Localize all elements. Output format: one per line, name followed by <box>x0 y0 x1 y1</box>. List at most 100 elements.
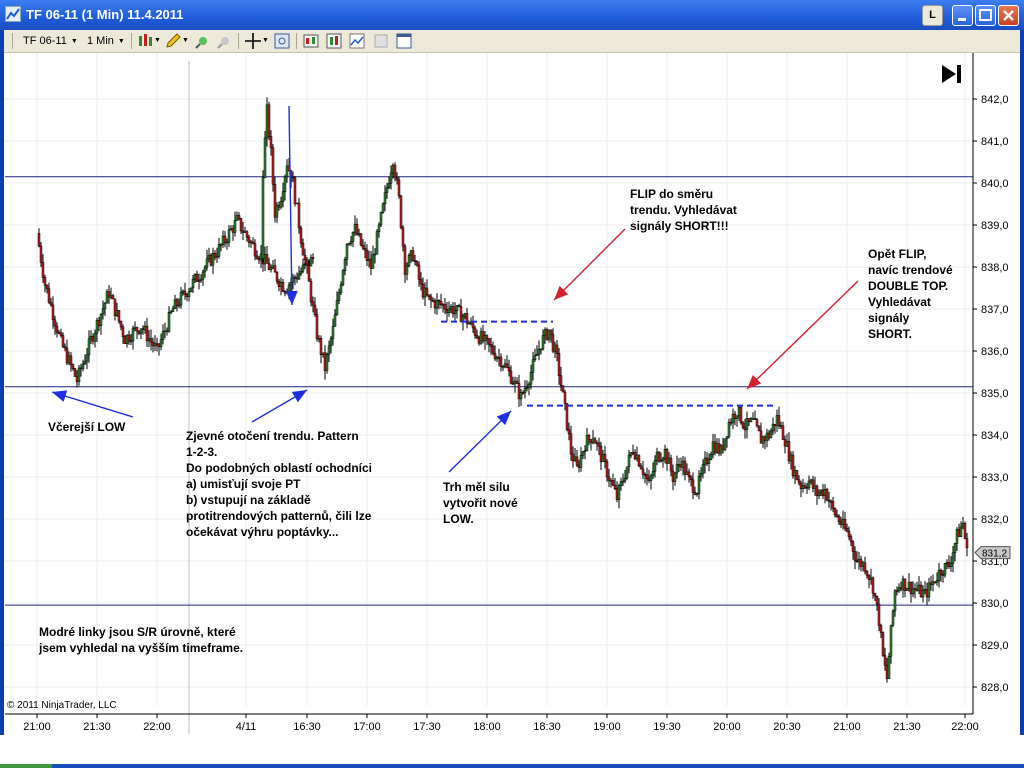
candle-body <box>433 300 437 309</box>
price-chart[interactable]: 842,0 841,0 840,0 839,0 838,0 837,0 836,0 835,0… <box>0 53 1024 735</box>
candle-body <box>919 584 923 598</box>
chevron-down-icon[interactable]: ▼ <box>182 32 189 50</box>
candle-body <box>933 581 937 583</box>
chart-toolbar: TF 06-11 ▼ 1 Min ▼ ▼ ▼ ▼ <box>0 30 1024 53</box>
zoom-in-icon[interactable] <box>194 32 212 50</box>
candle-body <box>677 464 681 466</box>
time-tick-label: 20:30 <box>773 721 801 733</box>
candle-body <box>819 489 823 494</box>
candle-body <box>611 480 615 486</box>
candle-body <box>123 336 127 344</box>
candle-body <box>751 418 755 420</box>
candle-body <box>721 445 725 450</box>
chevron-down-icon[interactable]: ▼ <box>154 32 161 50</box>
pencil-draw-icon[interactable] <box>164 32 182 50</box>
candle-body <box>739 406 743 424</box>
app-chart-icon <box>5 6 21 22</box>
window-title-bar[interactable]: TF 06-11 (1 Min) 11.4.2011 L <box>0 0 1024 30</box>
candle-body <box>131 328 135 342</box>
candle-body <box>451 306 455 315</box>
candle-body <box>659 460 663 462</box>
candle-body <box>577 464 581 468</box>
candle-body <box>73 368 77 377</box>
candle-body <box>349 241 353 244</box>
bar-chart-type-icon[interactable] <box>137 32 155 50</box>
candle-body <box>185 294 189 297</box>
candle-body <box>333 314 337 327</box>
close-button[interactable] <box>998 5 1019 26</box>
candle-body <box>853 551 857 561</box>
candle-body <box>409 250 413 256</box>
candle-body <box>327 345 331 355</box>
candle-body <box>357 233 361 235</box>
crosshair-icon[interactable] <box>244 32 262 50</box>
candle-body <box>471 321 475 329</box>
annotation-trend-reversal: Zjevné otočení trendu. Pattern 1-2-3. Do… <box>186 429 372 539</box>
template-icon[interactable] <box>372 32 390 50</box>
data-box-icon[interactable] <box>273 32 291 50</box>
price-tick-label: 835,0 <box>981 388 1009 400</box>
candle-body <box>283 291 287 294</box>
candle-body <box>491 346 495 354</box>
taskbar-strip <box>0 735 1024 768</box>
candle-body <box>647 478 651 481</box>
properties-icon[interactable] <box>395 32 413 50</box>
candle-body <box>463 313 467 317</box>
candle-body <box>167 312 171 332</box>
candle-body <box>543 329 547 336</box>
candle-body <box>673 472 677 482</box>
candle-body <box>489 343 493 347</box>
maximize-button[interactable] <box>975 5 996 26</box>
candle-body <box>773 423 777 427</box>
time-tick-label: 17:30 <box>413 721 441 733</box>
candle-body <box>783 439 787 447</box>
candle-body <box>813 485 817 489</box>
candle-body <box>573 456 577 462</box>
candle-body <box>115 310 119 316</box>
candle-body <box>857 558 861 562</box>
minimize-button[interactable] <box>952 5 973 26</box>
candle-body <box>575 456 579 466</box>
candle-body <box>383 192 387 205</box>
candle-body <box>765 432 769 441</box>
indicator-icon[interactable] <box>325 32 343 50</box>
candle-body <box>811 479 815 489</box>
candle-body <box>875 595 879 605</box>
candle-body <box>715 443 719 453</box>
candle-body <box>749 418 753 422</box>
chart-trader-icon[interactable] <box>348 32 366 50</box>
candle-body <box>177 304 181 307</box>
lock-button[interactable]: L <box>922 5 943 26</box>
candle-body <box>67 355 71 364</box>
candle-body <box>759 430 763 444</box>
candle-body <box>657 451 661 462</box>
candle-body <box>631 452 635 454</box>
toolbar-separator <box>131 33 132 49</box>
candle-body <box>439 301 443 305</box>
chevron-down-icon[interactable]: ▼ <box>262 32 269 50</box>
candle-body <box>569 433 573 455</box>
price-tick-label: 832,0 <box>981 514 1009 526</box>
zoom-out-icon[interactable] <box>216 32 234 50</box>
candle-body <box>725 436 729 439</box>
strategy-icon[interactable] <box>302 32 320 50</box>
candle-body <box>97 319 101 326</box>
candle-body <box>637 455 641 467</box>
candle-body <box>563 391 567 404</box>
price-tick-label: 842,0 <box>981 94 1009 106</box>
candle-body <box>321 352 325 355</box>
candle-body <box>447 308 451 314</box>
candle-body <box>103 302 107 309</box>
candle-body <box>483 335 487 342</box>
candle-body <box>353 223 357 233</box>
candle-body <box>453 310 457 315</box>
candle-body <box>53 319 57 327</box>
interval-selector[interactable]: 1 Min ▼ <box>87 32 125 50</box>
start-button[interactable] <box>0 764 52 768</box>
candle-body <box>697 475 701 494</box>
candle-body <box>59 332 63 336</box>
candle-body <box>841 518 845 526</box>
candle-body <box>399 195 403 228</box>
candle-body <box>727 421 731 437</box>
instrument-selector[interactable]: TF 06-11 ▼ <box>23 32 78 50</box>
